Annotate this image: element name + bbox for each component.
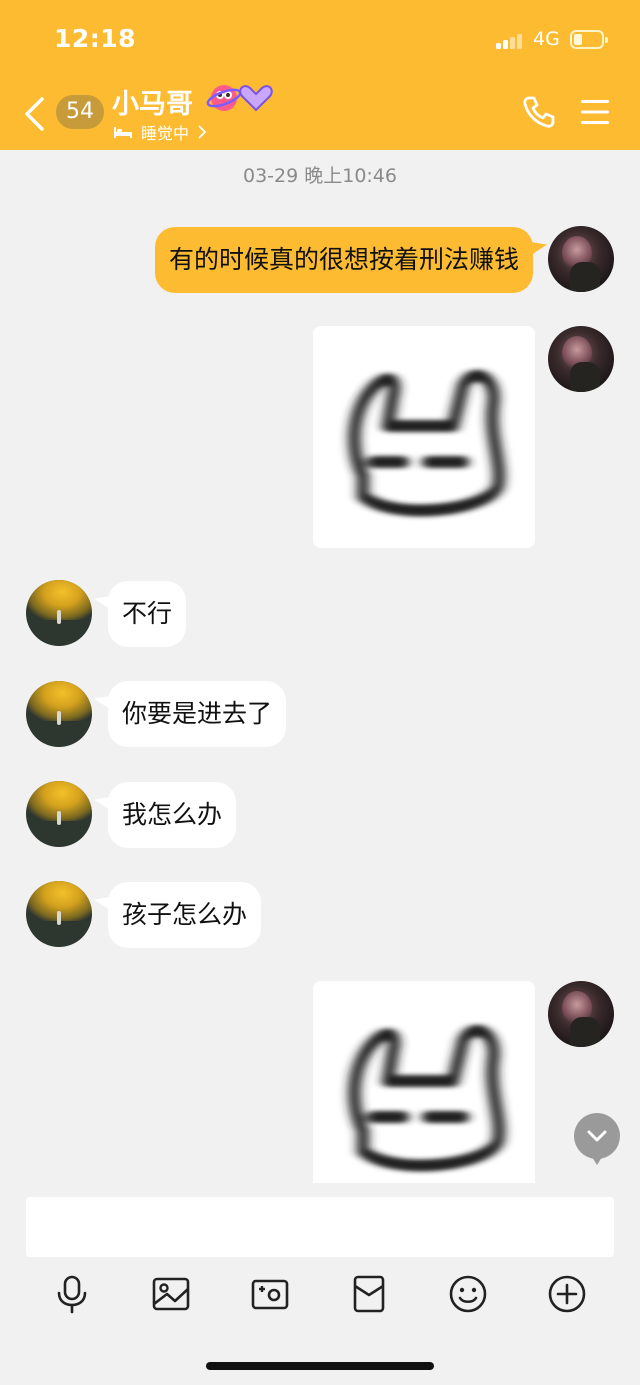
phone-icon[interactable] xyxy=(521,94,557,130)
message-bubble[interactable]: 不行 xyxy=(108,581,187,647)
bunny-sticker-icon xyxy=(348,1024,506,1172)
unread-count-badge[interactable]: 54 xyxy=(56,95,104,129)
camera-icon[interactable] xyxy=(250,1274,290,1314)
contact-avatar[interactable] xyxy=(26,681,92,747)
message-timestamp: 03-29 晚上10:46 xyxy=(242,165,397,187)
message-bubble[interactable]: 我怎么办 xyxy=(108,782,237,848)
bunny-sticker-icon xyxy=(348,369,506,517)
image-icon[interactable] xyxy=(151,1274,191,1314)
message-input[interactable] xyxy=(26,1197,614,1257)
chat-header: 12:18 4G 54 小马哥 睡觉中 xyxy=(0,0,640,150)
contact-status-text: 睡觉中 xyxy=(141,124,190,143)
plus-icon[interactable] xyxy=(547,1274,587,1314)
home-indicator[interactable] xyxy=(206,1362,434,1370)
status-time: 12:18 xyxy=(54,24,137,53)
contact-avatar[interactable] xyxy=(26,881,92,947)
message-bubble[interactable]: 有的时候真的很想按着刑法赚钱 xyxy=(154,227,533,293)
signal-icon xyxy=(496,33,524,49)
sticker-image[interactable] xyxy=(313,326,535,548)
my-avatar[interactable] xyxy=(548,226,614,292)
message-bubble[interactable]: 你要是进去了 xyxy=(108,681,287,747)
back-icon[interactable] xyxy=(22,96,46,132)
couple-badge-icon[interactable] xyxy=(206,80,278,116)
sticker-image[interactable] xyxy=(313,981,535,1183)
chevron-down-icon xyxy=(587,1130,607,1142)
battery-icon xyxy=(570,30,608,49)
contact-status[interactable]: 睡觉中 xyxy=(113,120,207,144)
input-panel xyxy=(0,1183,640,1385)
my-avatar[interactable] xyxy=(548,981,614,1047)
message-bubble[interactable]: 孩子怎么办 xyxy=(108,882,262,948)
contact-name[interactable]: 小马哥 xyxy=(112,82,193,121)
contact-avatar[interactable] xyxy=(26,580,92,646)
microphone-icon[interactable] xyxy=(52,1274,92,1314)
emoji-icon[interactable] xyxy=(448,1274,488,1314)
contact-avatar[interactable] xyxy=(26,781,92,847)
bed-icon xyxy=(114,127,132,138)
menu-icon[interactable] xyxy=(580,99,610,125)
chevron-right-icon xyxy=(198,125,207,139)
network-type: 4G xyxy=(533,28,560,50)
my-avatar[interactable] xyxy=(548,326,614,392)
red-packet-icon[interactable] xyxy=(349,1274,389,1314)
scroll-to-bottom-button[interactable] xyxy=(574,1113,620,1159)
